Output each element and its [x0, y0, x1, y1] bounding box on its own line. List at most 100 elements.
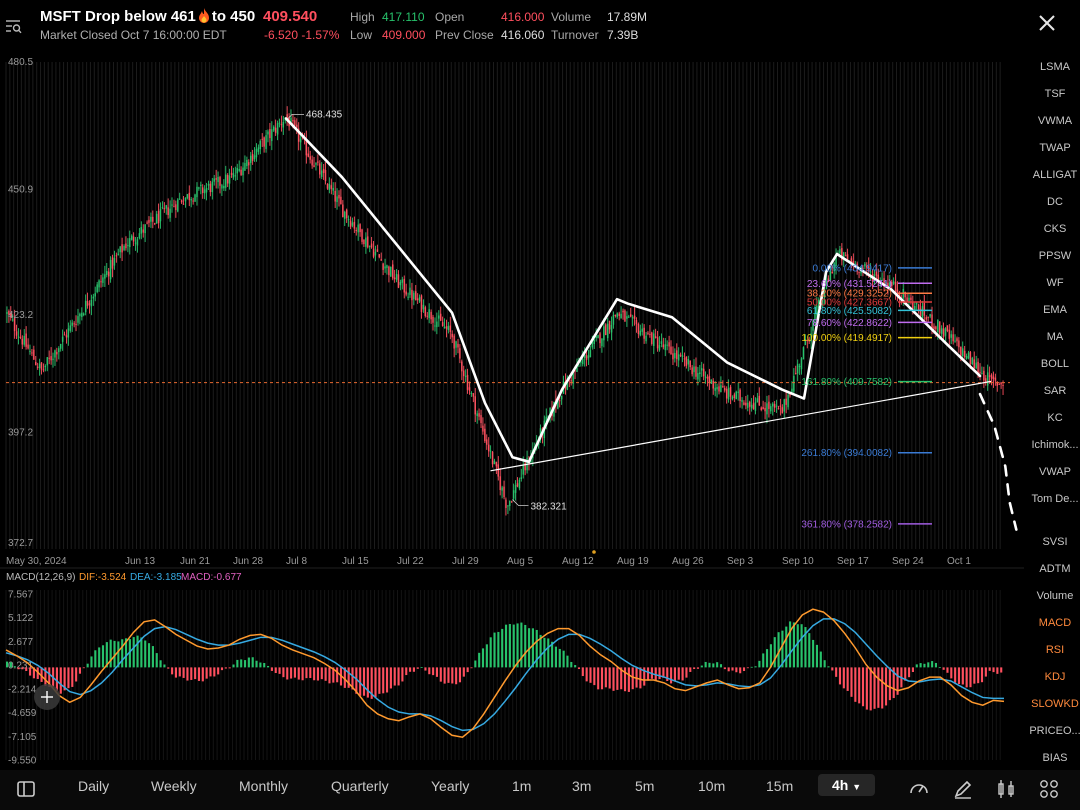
candle-body: [478, 413, 480, 417]
indicator-ma[interactable]: MA: [1024, 331, 1080, 343]
macd-histogram-bar: [397, 667, 400, 686]
macd-histogram-bar: [155, 653, 158, 668]
macd-histogram-bar: [481, 648, 485, 668]
macd-histogram-bar: [443, 667, 446, 684]
indicator-tomde[interactable]: Tom De...: [1024, 493, 1080, 505]
grid-icon[interactable]: [1038, 778, 1060, 800]
candle-body: [332, 187, 334, 191]
timeframe-1m[interactable]: 1m: [512, 778, 531, 794]
date-axis-label: Jun 28: [233, 556, 263, 567]
indicator-vwma[interactable]: VWMA: [1024, 115, 1080, 127]
indicator-slowkd[interactable]: SLOWKD: [1024, 698, 1080, 710]
indicator-svsi[interactable]: SVSI: [1024, 536, 1080, 548]
macd-histogram-bar: [716, 662, 719, 668]
speedometer-icon[interactable]: [908, 778, 930, 800]
indicator-boll[interactable]: BOLL: [1024, 358, 1080, 370]
macd-histogram-bar: [604, 667, 607, 688]
indicator-bias[interactable]: BIAS: [1024, 752, 1080, 764]
macd-histogram-bar: [251, 657, 254, 668]
candle-body: [599, 333, 601, 344]
indicator-kdj[interactable]: KDJ: [1024, 671, 1080, 683]
indicator-twap[interactable]: TWAP: [1024, 142, 1080, 154]
candle-body: [967, 352, 970, 359]
timeframe-daily[interactable]: Daily: [78, 778, 109, 794]
indicator-wf[interactable]: WF: [1024, 277, 1080, 289]
price-chart[interactable]: 468.435 382.321 480.5 450.9 423.2 397.2 372.7…: [0, 50, 1024, 770]
macd-histogram-bar: [270, 667, 273, 671]
candle-body: [271, 129, 273, 142]
candle-body: [186, 194, 189, 199]
macd-hist-label: MACD:-0.677: [181, 572, 242, 583]
indicator-sar[interactable]: SAR: [1024, 385, 1080, 397]
indicator-volume[interactable]: Volume: [1024, 590, 1080, 602]
candle-body: [626, 316, 628, 319]
candle-body: [497, 464, 500, 477]
candle-body: [785, 398, 787, 405]
pen-icon[interactable]: [952, 778, 974, 800]
macd-histogram-bar: [224, 667, 227, 669]
candle-body: [658, 345, 661, 351]
indicator-ema[interactable]: EMA: [1024, 304, 1080, 316]
candle-body: [163, 208, 166, 210]
candle-body: [585, 355, 588, 360]
timeframe-quarterly[interactable]: Quarterly: [331, 778, 389, 794]
macd-histogram-bar: [220, 667, 224, 671]
date-axis-label: Aug 26: [672, 556, 704, 567]
macd-histogram-bar: [927, 662, 930, 668]
indicator-adtm[interactable]: ADTM: [1024, 563, 1080, 575]
sidebar-toggle-icon[interactable]: [15, 778, 37, 800]
indicator-kc[interactable]: KC: [1024, 412, 1080, 424]
indicator-cks[interactable]: CKS: [1024, 223, 1080, 235]
candle-body: [144, 224, 146, 234]
macd-histogram-bar: [815, 644, 819, 668]
timeframe-weekly[interactable]: Weekly: [151, 778, 197, 794]
candle-body: [98, 280, 100, 288]
candle-body: [44, 366, 47, 368]
macd-histogram-bar: [673, 667, 677, 682]
indicator-macd[interactable]: MACD: [1024, 617, 1080, 629]
candle-body: [27, 344, 29, 349]
candle-body: [752, 403, 755, 410]
timeframe-monthly[interactable]: Monthly: [239, 778, 288, 794]
timeframe-5m[interactable]: 5m: [635, 778, 654, 794]
indicator-tsf[interactable]: TSF: [1024, 88, 1080, 100]
candle-body: [662, 344, 665, 348]
macd-histogram-bar: [409, 667, 412, 672]
candle-body: [975, 362, 977, 369]
candle-body: [766, 403, 768, 415]
candle-body: [666, 344, 668, 346]
timeframe-yearly[interactable]: Yearly: [431, 778, 469, 794]
candle-body: [689, 360, 691, 368]
timeframe-selector[interactable]: 4h ▼: [818, 774, 876, 796]
close-icon[interactable]: [1036, 12, 1058, 34]
candle-body: [618, 313, 620, 317]
candle-body: [140, 227, 143, 234]
indicator-vwap[interactable]: VWAP: [1024, 466, 1080, 478]
indicator-alligat[interactable]: ALLIGAT: [1024, 169, 1080, 181]
candle-body: [482, 425, 484, 432]
indicator-rsi[interactable]: RSI: [1024, 644, 1080, 656]
macd-histogram-bar: [362, 667, 366, 696]
timeframe-10m[interactable]: 10m: [698, 778, 725, 794]
macd-axis-label: -4.659: [8, 708, 37, 719]
symbol-title: MSFT Drop below 461 to 450: [40, 8, 255, 25]
candle-body: [234, 175, 237, 177]
timeframe-15m[interactable]: 15m: [766, 778, 793, 794]
candle-body: [194, 194, 196, 202]
candle-body: [783, 399, 785, 412]
macd-histogram-bar: [800, 624, 803, 668]
macd-histogram-bar: [435, 667, 439, 677]
candle-settings-icon[interactable]: [995, 778, 1017, 800]
indicator-priceo[interactable]: PRICEO...: [1024, 725, 1080, 737]
candle-body: [679, 354, 682, 356]
candle-body: [633, 315, 636, 319]
timeframe-3m[interactable]: 3m: [572, 778, 591, 794]
indicator-ichimok[interactable]: Ichimok...: [1024, 439, 1080, 451]
indicator-dc[interactable]: DC: [1024, 196, 1080, 208]
indicator-lsma[interactable]: LSMA: [1024, 61, 1080, 73]
macd-histogram-bar: [689, 667, 692, 672]
search-list-icon[interactable]: [6, 20, 22, 34]
indicator-ppsw[interactable]: PPSW: [1024, 250, 1080, 262]
candle-body: [125, 243, 127, 249]
candle-body: [798, 366, 801, 368]
